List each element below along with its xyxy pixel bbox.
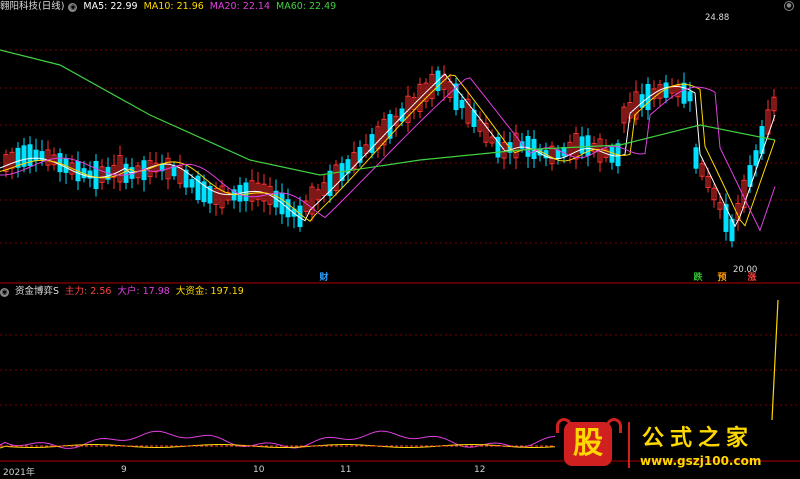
x-axis-label-2021: 2021年 xyxy=(3,468,35,478)
candle-body xyxy=(579,136,585,154)
logo-divider xyxy=(628,422,630,468)
candle-body xyxy=(189,179,195,188)
tag-financial[interactable]: 财 xyxy=(318,272,330,284)
x-axis-label-9: 9 xyxy=(121,465,127,475)
ma-line xyxy=(0,77,776,232)
ma60-line xyxy=(0,49,776,176)
logo-url: www.gszj100.com xyxy=(640,454,762,468)
candle-body xyxy=(687,91,693,102)
x-axis-label-10: 10 xyxy=(253,465,265,475)
indicator-name[interactable]: 资金博弈S xyxy=(15,285,59,299)
candle-body xyxy=(555,149,561,159)
candle-body xyxy=(561,146,567,157)
x-axis-label-12: 12 xyxy=(474,465,486,475)
tag-forecast[interactable]: 预 xyxy=(716,272,728,284)
candle-body xyxy=(525,135,531,157)
tag-up[interactable]: 涨 xyxy=(746,272,758,284)
logo-glyph: 股 xyxy=(564,422,612,466)
high-price-label: 24.88 xyxy=(705,13,730,23)
candle-body xyxy=(693,147,699,169)
tag-down[interactable]: 跌 xyxy=(692,272,704,284)
x-axis-label-11: 11 xyxy=(340,465,352,475)
big-holder-label: 大户: 17.98 xyxy=(117,286,170,297)
candle-body xyxy=(459,99,465,109)
candle-body xyxy=(753,150,759,166)
ma-line xyxy=(0,74,776,227)
big-fund-label: 大资金: 197.19 xyxy=(175,286,244,297)
chart-canvas[interactable] xyxy=(0,0,800,479)
indicator-panel-header: ◉ 资金博弈S 主力: 2.56 大户: 17.98 大资金: 197.19 xyxy=(0,285,250,299)
candle-body xyxy=(123,163,129,183)
candle-body xyxy=(93,160,99,190)
main-force-label: 主力: 2.56 xyxy=(65,286,112,297)
candle-body xyxy=(681,82,687,104)
big-fund-spike xyxy=(771,299,779,421)
logo-title: 公式之家 xyxy=(642,426,755,451)
indicator-settings-icon[interactable]: ◉ xyxy=(0,287,9,297)
candle-body xyxy=(15,147,21,168)
gszj-logo: 股 公式之家 www.gszj100.com xyxy=(556,418,786,474)
candle-body xyxy=(723,204,729,232)
